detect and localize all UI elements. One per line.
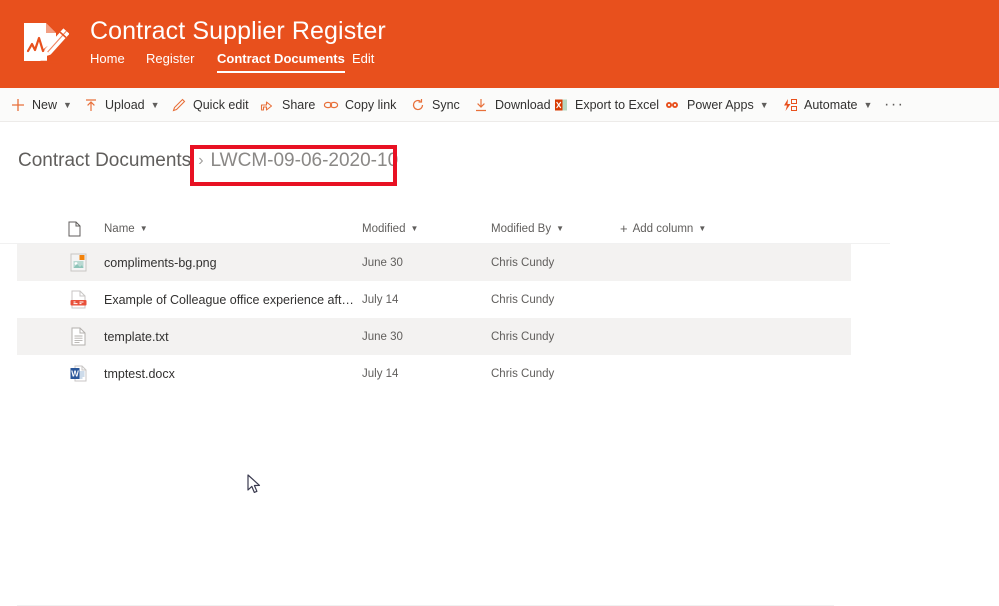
breadcrumb-current[interactable]: LWCM-09-06-2020-10 — [211, 150, 399, 172]
chevron-down-icon: ▼ — [698, 224, 707, 233]
quick-edit-button[interactable]: Quick edit — [170, 88, 249, 122]
add-column-button[interactable]: + Add column ▼ — [620, 213, 706, 244]
new-button-label: New — [32, 98, 58, 112]
upload-arrow-icon — [82, 97, 99, 114]
file-name[interactable]: compliments-bg.png — [104, 256, 217, 270]
sync-button[interactable]: Sync — [409, 88, 460, 122]
mouse-pointer-icon — [247, 474, 263, 496]
file-modified-by: Chris Cundy — [491, 256, 555, 269]
more-options-button[interactable]: ··· — [884, 88, 904, 122]
chevron-down-icon: ▼ — [410, 224, 419, 233]
site-title: Contract Supplier Register — [90, 17, 386, 45]
file-name[interactable]: Example of Colleague office experience a… — [104, 293, 359, 307]
pdf-file-icon — [68, 290, 88, 310]
png-image-file-icon — [68, 253, 88, 273]
add-column-label: Add column — [632, 222, 694, 235]
chevron-down-icon: ▼ — [759, 100, 769, 110]
nav-item-contract-documents[interactable]: Contract Documents — [217, 51, 345, 73]
column-header-modified-by-label: Modified By — [491, 222, 552, 235]
file-modified: July 14 — [362, 293, 399, 306]
power-apps-icon — [664, 97, 681, 114]
upload-button[interactable]: Upload ▼ — [82, 88, 160, 122]
sync-button-label: Sync — [432, 98, 460, 112]
table-row[interactable]: compliments-bg.png June 30 Chris Cundy — [17, 244, 851, 281]
column-header-name[interactable]: Name ▼ — [104, 213, 148, 244]
file-name[interactable]: template.txt — [104, 330, 169, 344]
download-button[interactable]: Download — [472, 88, 551, 122]
copy-link-button[interactable]: Copy link — [322, 88, 396, 122]
share-button-label: Share — [282, 98, 316, 112]
power-apps-label: Power Apps — [687, 98, 754, 112]
download-icon — [472, 97, 489, 114]
column-header-file-type[interactable] — [68, 213, 81, 244]
chevron-down-icon: ▼ — [63, 100, 72, 110]
export-to-excel-button[interactable]: Export to Excel — [552, 88, 659, 122]
chevron-down-icon: ▼ — [863, 100, 873, 110]
command-bar: New ▼ Upload ▼ Quick edit Share Copy lin… — [0, 88, 999, 122]
power-apps-button[interactable]: Power Apps ▼ — [664, 88, 769, 122]
chevron-down-icon: ▼ — [139, 224, 148, 233]
file-list: Name ▼ Modified ▼ Modified By ▼ + Add co… — [0, 213, 999, 606]
svg-text:W: W — [71, 369, 79, 378]
txt-file-icon — [68, 327, 88, 347]
plus-icon: + — [620, 221, 628, 236]
column-header-modified-by[interactable]: Modified By ▼ — [491, 213, 564, 244]
automate-button[interactable]: Automate ▼ — [781, 88, 872, 122]
pencil-icon — [170, 97, 187, 114]
file-list-header: Name ▼ Modified ▼ Modified By ▼ + Add co… — [0, 213, 890, 244]
upload-button-label: Upload — [105, 98, 145, 112]
nav-item-register[interactable]: Register — [146, 51, 194, 71]
table-row[interactable]: template.txt June 30 Chris Cundy — [17, 318, 851, 355]
breadcrumb-separator-icon: › — [198, 152, 204, 169]
site-logo-icon — [17, 18, 70, 70]
file-modified-by: Chris Cundy — [491, 367, 555, 380]
file-modified: June 30 — [362, 330, 403, 343]
quick-edit-label: Quick edit — [193, 98, 249, 112]
automate-icon — [781, 97, 798, 114]
sync-icon — [409, 97, 426, 114]
file-modified-by: Chris Cundy — [491, 293, 555, 306]
plus-icon — [9, 97, 26, 114]
share-icon — [259, 97, 276, 114]
nav-item-edit[interactable]: Edit — [352, 51, 374, 71]
automate-label: Automate — [804, 98, 858, 112]
column-header-modified[interactable]: Modified ▼ — [362, 213, 418, 244]
table-row[interactable]: W tmptest.docx July 14 Chris Cundy — [17, 355, 851, 392]
column-header-name-label: Name — [104, 222, 135, 235]
new-button[interactable]: New ▼ — [9, 88, 72, 122]
file-modified-by: Chris Cundy — [491, 330, 555, 343]
nav-item-home[interactable]: Home — [90, 51, 125, 71]
chevron-down-icon: ▼ — [150, 100, 160, 110]
link-icon — [322, 97, 339, 114]
breadcrumb: Contract Documents › LWCM-09-06-2020-10 — [18, 150, 398, 172]
copy-link-label: Copy link — [345, 98, 397, 112]
word-file-icon: W — [68, 364, 88, 384]
breadcrumb-parent[interactable]: Contract Documents — [18, 150, 191, 172]
site-header: Contract Supplier Register Home Register… — [0, 0, 999, 88]
download-button-label: Download — [495, 98, 551, 112]
file-name[interactable]: tmptest.docx — [104, 367, 175, 381]
share-button[interactable]: Share — [259, 88, 315, 122]
export-to-excel-label: Export to Excel — [575, 98, 660, 112]
table-row[interactable]: Example of Colleague office experience a… — [17, 281, 851, 318]
file-modified: July 14 — [362, 367, 399, 380]
excel-icon — [552, 97, 569, 114]
chevron-down-icon: ▼ — [556, 224, 565, 233]
file-modified: June 30 — [362, 256, 403, 269]
column-header-modified-label: Modified — [362, 222, 406, 235]
